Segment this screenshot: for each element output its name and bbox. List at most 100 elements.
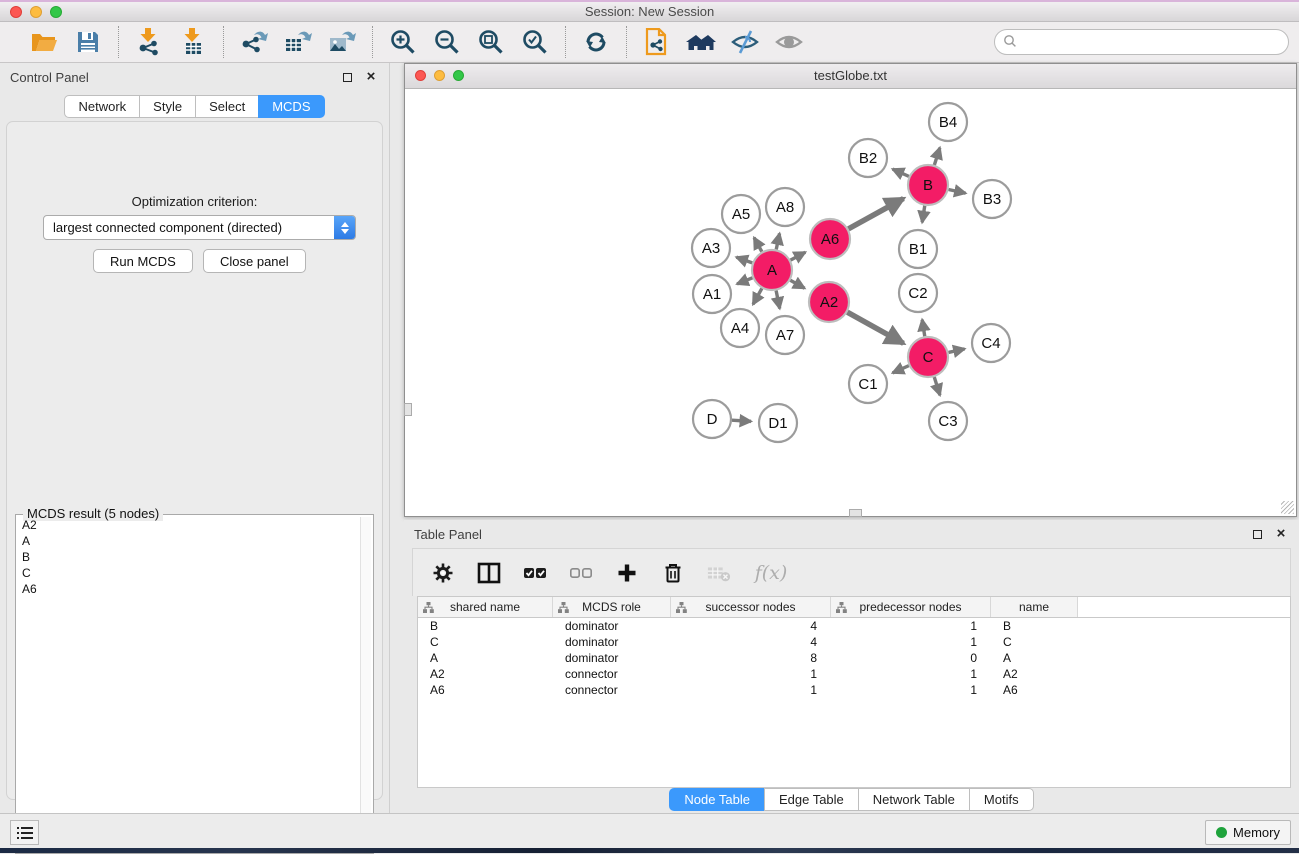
result-item[interactable]: B [18, 549, 359, 565]
close-panel-button[interactable]: Close panel [203, 249, 306, 273]
vertical-scroll-nub[interactable] [404, 403, 412, 416]
result-item[interactable]: A2 [18, 517, 359, 533]
zoom-selected-icon[interactable] [520, 27, 550, 57]
node-A2[interactable]: A2 [809, 282, 849, 322]
new-network-from-selection-icon[interactable] [642, 27, 672, 57]
tab-edge-table[interactable]: Edge Table [764, 788, 858, 811]
column-header-predecessor-nodes[interactable]: predecessor nodes [831, 597, 991, 617]
zoom-out-icon[interactable] [432, 27, 462, 57]
edge-A-A1[interactable] [737, 278, 752, 284]
save-session-icon[interactable] [73, 27, 103, 57]
node-B1[interactable]: B1 [899, 230, 937, 268]
cell-predecessor-nodes[interactable]: 1 [831, 666, 991, 682]
search-field[interactable] [994, 29, 1289, 55]
edge-C-C1[interactable] [893, 366, 909, 373]
edge-B-B1[interactable] [922, 206, 925, 223]
edge-B-B3[interactable] [949, 189, 966, 193]
close-table-panel-icon[interactable]: × [1273, 526, 1289, 542]
edge-B-B4[interactable] [934, 148, 939, 165]
column-header-successor-nodes[interactable]: successor nodes [671, 597, 831, 617]
cell-MCDS-role[interactable]: dominator [553, 634, 671, 650]
zoom-in-icon[interactable] [388, 27, 418, 57]
edge-A-A4[interactable] [753, 288, 762, 304]
table-row[interactable]: A2connector11A2 [418, 666, 1290, 682]
cell-name[interactable]: A6 [991, 682, 1078, 698]
edge-A-A6[interactable] [791, 252, 806, 260]
cell-shared-name[interactable]: A6 [418, 682, 553, 698]
close-panel-icon[interactable]: × [363, 69, 379, 85]
search-input[interactable] [1017, 32, 1288, 52]
node-A3[interactable]: A3 [692, 229, 730, 267]
node-A1[interactable]: A1 [693, 275, 731, 313]
edge-A-A7[interactable] [776, 291, 780, 309]
memory-button[interactable]: Memory [1205, 820, 1291, 845]
import-table-icon[interactable] [178, 27, 208, 57]
node-B3[interactable]: B3 [973, 180, 1011, 218]
cell-shared-name[interactable]: A2 [418, 666, 553, 682]
network-window-titlebar[interactable]: testGlobe.txt [405, 64, 1296, 89]
cell-MCDS-role[interactable]: dominator [553, 618, 671, 634]
table-row[interactable]: Cdominator41C [418, 634, 1290, 650]
export-table-icon[interactable] [283, 27, 313, 57]
network-close-button[interactable] [415, 70, 426, 81]
tab-node-table[interactable]: Node Table [669, 788, 764, 811]
network-graph[interactable]: B4B2BB3A8A5A6A3B1AC2A1A2A4A7C4CC1C3DD1 [406, 90, 1297, 517]
tab-style[interactable]: Style [139, 95, 195, 118]
result-item[interactable]: A6 [18, 581, 359, 597]
node-A5[interactable]: A5 [722, 195, 760, 233]
deselect-all-icon[interactable] [569, 561, 593, 585]
node-A6[interactable]: A6 [810, 219, 850, 259]
result-item[interactable]: A [18, 533, 359, 549]
cell-predecessor-nodes[interactable]: 1 [831, 618, 991, 634]
settings-gear-icon[interactable] [431, 561, 455, 585]
result-item[interactable]: C [18, 565, 359, 581]
result-scrollbar[interactable] [360, 517, 371, 851]
node-A8[interactable]: A8 [766, 188, 804, 226]
edge-C-C2[interactable] [922, 320, 925, 337]
node-A7[interactable]: A7 [766, 316, 804, 354]
cell-name[interactable]: A2 [991, 666, 1078, 682]
cell-MCDS-role[interactable]: connector [553, 682, 671, 698]
node-D[interactable]: D [693, 400, 731, 438]
cell-MCDS-role[interactable]: connector [553, 666, 671, 682]
node-C3[interactable]: C3 [929, 402, 967, 440]
edge-C-C4[interactable] [948, 349, 964, 353]
table-body[interactable]: Bdominator41BCdominator41CAdominator80AA… [418, 618, 1290, 698]
refresh-icon[interactable] [581, 27, 611, 57]
add-column-icon[interactable] [615, 561, 639, 585]
node-B2[interactable]: B2 [849, 139, 887, 177]
close-window-button[interactable] [10, 6, 22, 18]
cell-shared-name[interactable]: B [418, 618, 553, 634]
cell-predecessor-nodes[interactable]: 1 [831, 634, 991, 650]
hide-selected-icon[interactable] [774, 27, 804, 57]
float-table-panel-icon[interactable] [1249, 526, 1265, 542]
mcds-result-list[interactable]: A2ABCA6 [18, 517, 359, 851]
open-file-icon[interactable] [29, 27, 59, 57]
node-A[interactable]: A [752, 250, 792, 290]
network-minimize-button[interactable] [434, 70, 445, 81]
horizontal-scroll-nub[interactable] [849, 509, 862, 517]
column-header-MCDS-role[interactable]: MCDS role [553, 597, 671, 617]
edge-A-A3[interactable] [736, 257, 752, 263]
node-C[interactable]: C [908, 337, 948, 377]
cell-name[interactable]: B [991, 618, 1078, 634]
cell-shared-name[interactable]: A [418, 650, 553, 666]
delete-columns-icon[interactable] [661, 561, 685, 585]
task-history-button[interactable] [10, 820, 39, 845]
node-B4[interactable]: B4 [929, 103, 967, 141]
cell-successor-nodes[interactable]: 4 [671, 618, 831, 634]
cell-name[interactable]: A [991, 650, 1078, 666]
node-C2[interactable]: C2 [899, 274, 937, 312]
edge-A-A8[interactable] [776, 233, 779, 249]
edge-A2-C[interactable] [847, 312, 903, 343]
zoom-fit-icon[interactable] [476, 27, 506, 57]
cell-successor-nodes[interactable]: 8 [671, 650, 831, 666]
edge-B-B2[interactable] [893, 169, 909, 176]
run-mcds-button[interactable]: Run MCDS [93, 249, 193, 273]
network-zoom-button[interactable] [453, 70, 464, 81]
edge-A6-B[interactable] [848, 199, 903, 229]
tab-select[interactable]: Select [195, 95, 258, 118]
cell-successor-nodes[interactable]: 1 [671, 666, 831, 682]
column-header-name[interactable]: name [991, 597, 1078, 617]
export-network-icon[interactable] [239, 27, 269, 57]
